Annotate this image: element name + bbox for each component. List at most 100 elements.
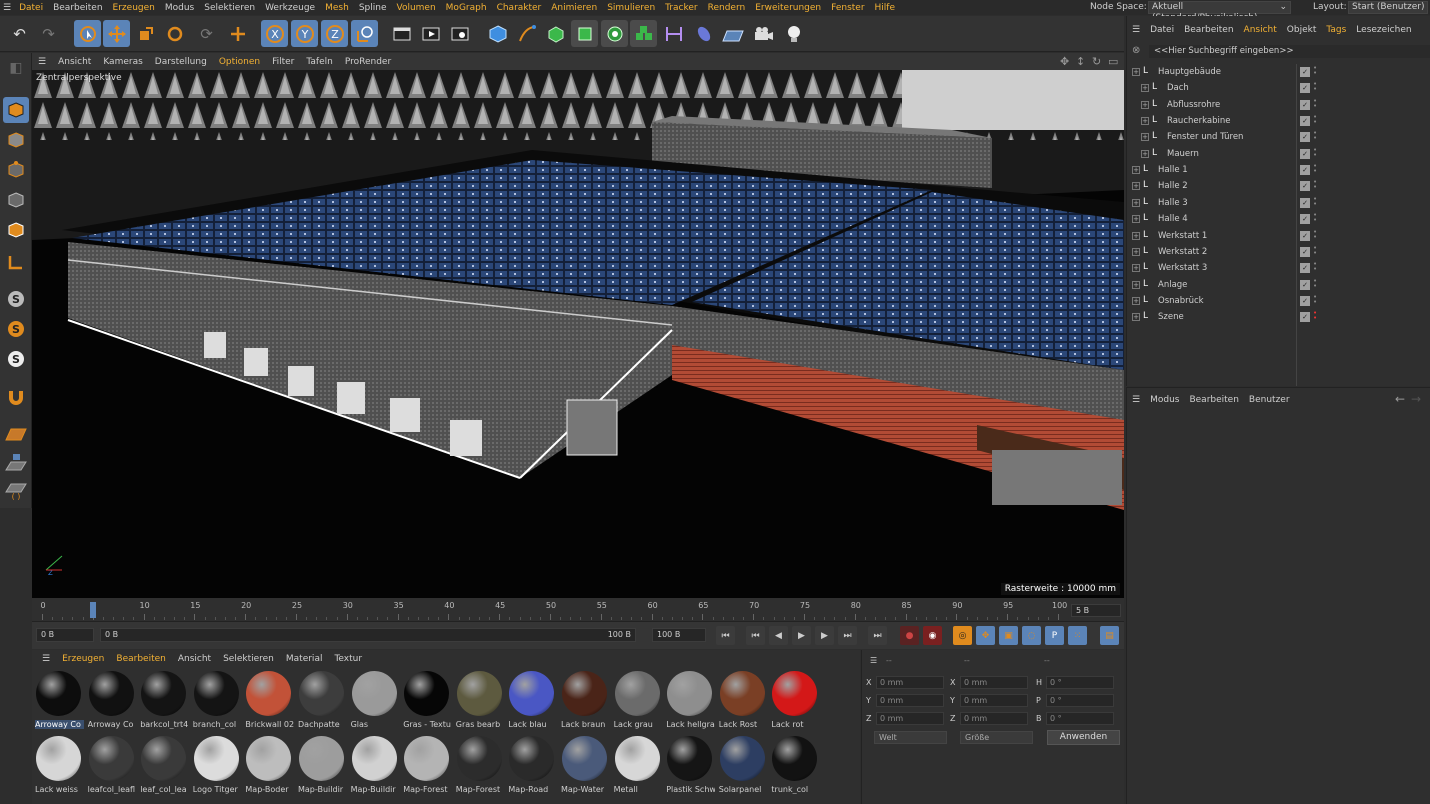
layer-check-icon[interactable]: ✓ [1300, 263, 1310, 274]
material-swatch[interactable]: Lack hellgra [665, 670, 715, 732]
layout-dropdown[interactable]: Start (Benutzer) [1348, 1, 1428, 14]
points-mode-icon[interactable] [3, 157, 29, 183]
lock-workplane-icon[interactable] [3, 449, 29, 475]
move-view-icon[interactable]: ✥ [1060, 55, 1069, 68]
x-axis-lock-icon[interactable]: X [261, 20, 288, 47]
forward-arrow-icon[interactable]: → [1411, 392, 1421, 406]
material-menu-selektieren[interactable]: Selektieren [217, 654, 280, 664]
layer-check-icon[interactable]: ✓ [1300, 214, 1310, 225]
rotate-view-icon[interactable]: ↻ [1092, 55, 1101, 68]
subdivision-surface-icon[interactable] [542, 20, 569, 47]
menu-modus[interactable]: Modus [160, 3, 199, 13]
material-swatch[interactable]: Map-Forest [455, 735, 504, 797]
material-swatch[interactable]: Lack Rost [718, 670, 767, 732]
visibility-dots-icon[interactable]: • • [1313, 146, 1317, 160]
redo-icon[interactable]: ↷ [35, 20, 62, 47]
rotate-icon[interactable] [161, 20, 188, 47]
object-row-mauern[interactable]: + L Mauern ✓ • • [1127, 146, 1430, 162]
visibility-dots-icon[interactable]: • • [1313, 244, 1317, 258]
layer-check-icon[interactable]: ✓ [1300, 67, 1310, 77]
material-swatch[interactable]: leaf_col_lea [139, 735, 188, 797]
timeline-ruler[interactable]: 0510152025303540455055606570758085909510… [32, 598, 1124, 622]
close-search-icon[interactable]: ⊗ [1132, 45, 1140, 56]
edges-mode-icon[interactable] [3, 187, 29, 213]
expand-toggle-icon[interactable]: + [1132, 198, 1140, 207]
render-settings-icon[interactable] [446, 20, 473, 47]
3d-viewport[interactable]: Z Zentralperspektive Rasterweite : 10000… [32, 70, 1124, 598]
menu-werkzeuge[interactable]: Werkzeuge [260, 3, 320, 13]
object-row-anlage[interactable]: + L Anlage ✓ • • [1127, 277, 1430, 293]
menu-erweiterungen[interactable]: Erweiterungen [750, 3, 826, 13]
material-swatch[interactable]: Solarpanel [718, 735, 767, 797]
viewport-menu-tafeln[interactable]: Tafeln [300, 57, 338, 67]
object-row-szene[interactable]: + L Szene ✓ • • [1127, 309, 1430, 325]
timeline-window-icon[interactable]: ▤ [1100, 626, 1119, 645]
render-view-icon[interactable] [388, 20, 415, 47]
object-menu-objekt[interactable]: Objekt [1282, 25, 1322, 35]
object-row-fenster-und-tueren[interactable]: + L Fenster und Türen ✓ • • [1127, 129, 1430, 145]
material-menu-textur[interactable]: Textur [328, 654, 368, 664]
material-swatch[interactable]: Arroway Co [34, 670, 84, 732]
live-selection-icon[interactable] [74, 20, 101, 47]
zoom-view-icon[interactable]: ↕ [1076, 55, 1085, 68]
node-space-dropdown[interactable]: Aktuell (Standard/Physikalisch) ⌄ [1148, 1, 1291, 23]
menu-spline[interactable]: Spline [354, 3, 392, 13]
object-menu-ansicht[interactable]: Ansicht [1239, 25, 1282, 35]
coord-value-field[interactable]: 0 mm [876, 694, 944, 707]
snap-enabled-icon[interactable]: S [3, 316, 29, 342]
material-swatch[interactable]: barkcol_trt4 [139, 670, 188, 732]
current-frame-field[interactable]: 5 B [1071, 604, 1121, 617]
material-menu-material[interactable]: Material [280, 654, 329, 664]
model-mode-icon[interactable] [3, 97, 29, 123]
extrude-generator-icon[interactable] [571, 20, 598, 47]
expand-toggle-icon[interactable]: + [1141, 117, 1149, 126]
render-picture-viewer-icon[interactable] [417, 20, 444, 47]
viewport-menu-prorender[interactable]: ProRender [339, 57, 397, 67]
object-row-osnabrueck[interactable]: + L Osnabrück ✓ • • [1127, 293, 1430, 309]
material-menu-bearbeiten[interactable]: Bearbeiten [110, 654, 171, 664]
next-key-icon[interactable]: ⏭ [838, 626, 857, 645]
material-swatch[interactable]: leafcol_leafl [87, 735, 136, 797]
expand-toggle-icon[interactable]: + [1132, 215, 1140, 224]
expand-toggle-icon[interactable]: + [1132, 182, 1140, 191]
back-arrow-icon[interactable]: ← [1395, 392, 1405, 406]
expand-toggle-icon[interactable]: + [1141, 133, 1149, 142]
material-swatch[interactable]: Glas [350, 670, 399, 732]
object-row-halle-3[interactable]: + L Halle 3 ✓ • • [1127, 195, 1430, 211]
scale-icon[interactable] [132, 20, 159, 47]
move-icon[interactable] [103, 20, 130, 47]
object-row-halle-1[interactable]: + L Halle 1 ✓ • • [1127, 162, 1430, 178]
coord-value-field[interactable]: 0 mm [876, 676, 944, 689]
visibility-dots-icon[interactable]: • • [1313, 195, 1317, 209]
snap-settings-icon[interactable]: S [3, 346, 29, 372]
material-swatch[interactable]: Lack braun [560, 670, 609, 732]
layer-check-icon[interactable]: ✓ [1300, 181, 1310, 192]
snap-icon[interactable]: S [3, 286, 29, 312]
attribute-menu-icon[interactable]: ☰ [1127, 395, 1145, 405]
menu-datei[interactable]: Datei [14, 3, 48, 13]
viewport-menu-ansicht[interactable]: Ansicht [52, 57, 97, 67]
array-generator-icon[interactable] [630, 20, 657, 47]
object-row-halle-2[interactable]: + L Halle 2 ✓ • • [1127, 178, 1430, 194]
material-swatch[interactable]: Lack blau [507, 670, 556, 732]
menu-selektieren[interactable]: Selektieren [199, 3, 260, 13]
layer-check-icon[interactable]: ✓ [1300, 230, 1310, 241]
preview-range-slider[interactable]: 0 B 100 B [100, 628, 636, 642]
coord-value-field[interactable]: 0 mm [960, 676, 1028, 689]
menu-simulieren[interactable]: Simulieren [602, 3, 660, 13]
expand-toggle-icon[interactable]: + [1141, 84, 1149, 93]
start-frame-field[interactable]: 0 B [36, 628, 94, 642]
layer-check-icon[interactable]: ✓ [1300, 116, 1310, 127]
visibility-dots-icon[interactable]: • • [1313, 114, 1317, 127]
key-position-icon[interactable]: ✥ [976, 626, 995, 645]
z-axis-lock-icon[interactable]: Z [321, 20, 348, 47]
material-swatch[interactable]: Dachpatte [297, 670, 346, 732]
layer-check-icon[interactable]: ✓ [1300, 148, 1310, 159]
visibility-dots-icon[interactable]: • • [1313, 97, 1317, 111]
material-swatch[interactable]: Map-Boder [244, 735, 293, 797]
key-pla-icon[interactable]: ⁙ [1068, 626, 1087, 645]
expand-toggle-icon[interactable]: + [1132, 296, 1140, 305]
object-row-halle-4[interactable]: + L Halle 4 ✓ • • [1127, 211, 1430, 227]
visibility-dots-icon[interactable]: • • [1313, 65, 1317, 78]
coord-value-field[interactable]: 0 mm [960, 712, 1028, 725]
